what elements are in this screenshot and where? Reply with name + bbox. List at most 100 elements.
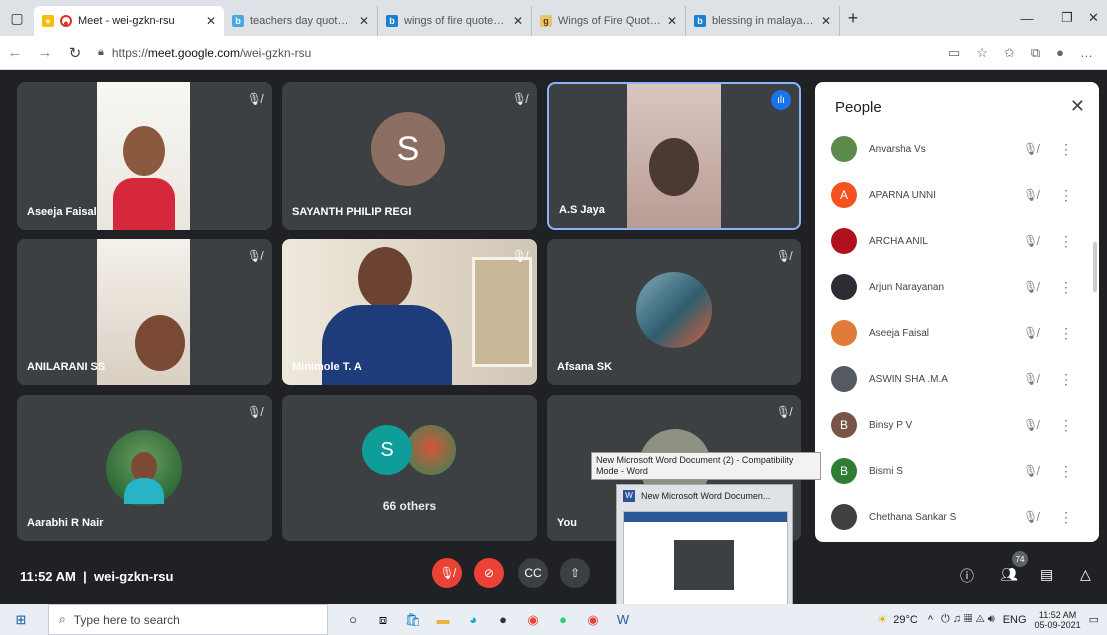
tab-title: Meet - wei-gzkn-rsu — [78, 15, 175, 27]
close-tab-icon[interactable]: ✕ — [359, 14, 369, 28]
taskbar-search[interactable]: ⌕ Type here to search — [48, 604, 328, 635]
people-row[interactable]: ASWIN SHA .M.A 🎙︎̸ ⋮ — [815, 356, 1099, 402]
people-row[interactable]: ARCHA ANIL 🎙︎̸ ⋮ — [815, 218, 1099, 264]
muted-mic-icon[interactable]: 🎙︎̸ — [1023, 142, 1043, 156]
face — [123, 126, 165, 176]
muted-mic-icon[interactable]: 🎙︎̸ — [1023, 510, 1043, 524]
window-icon[interactable]: ▢ — [0, 0, 34, 36]
people-row[interactable]: Arjun Narayanan 🎙︎̸ ⋮ — [815, 264, 1099, 310]
muted-mic-icon[interactable]: 🎙︎̸ — [1023, 326, 1043, 340]
forward-icon[interactable]: → — [30, 44, 60, 61]
muted-mic-icon[interactable]: 🎙︎̸ — [1023, 372, 1043, 386]
tile-minimole[interactable]: 🎙︎̸ Minimole T. A — [282, 239, 537, 385]
camera-toggle-button[interactable]: ⊘ — [474, 558, 504, 588]
tab-title: Wings of Fire Quotes by A.P.J — [558, 15, 661, 27]
whatsapp-icon[interactable]: ● — [548, 612, 578, 627]
reload-icon[interactable]: ↻ — [60, 44, 90, 62]
tab-meet[interactable]: ● ● Meet - wei-gzkn-rsu ✕ — [34, 6, 224, 36]
avatar — [106, 430, 182, 506]
more-options-icon[interactable]: ⋮ — [1059, 279, 1073, 296]
participant-name: ANILARANI SS — [27, 361, 106, 373]
cortana-icon[interactable]: ○ — [338, 612, 368, 627]
tile-others[interactable]: S 66 others — [282, 395, 537, 541]
muted-mic-icon: 🎙︎̸ — [246, 249, 262, 263]
app-icon[interactable]: ● — [488, 612, 518, 627]
minimize-button[interactable]: — — [1007, 0, 1047, 36]
windows-start-icon[interactable]: ⊞ — [6, 612, 36, 628]
people-icon[interactable]: 👥︎ — [1000, 566, 1018, 583]
present-button[interactable]: ⇧ — [560, 558, 590, 588]
people-row[interactable]: A APARNA UNNI 🎙︎̸ ⋮ — [815, 172, 1099, 218]
back-icon[interactable]: ← — [0, 44, 30, 61]
captions-button[interactable]: CC — [518, 558, 548, 588]
participant-video — [97, 82, 190, 230]
tile-anilarani[interactable]: 🎙︎̸ ANILARANI SS — [17, 239, 272, 385]
tile-sayanth[interactable]: S 🎙︎̸ SAYANTH PHILIP REGI — [282, 82, 537, 230]
notifications-icon[interactable]: ▭ — [1089, 613, 1099, 626]
close-tab-icon[interactable]: ✕ — [821, 14, 831, 28]
tile-aseeja[interactable]: 🎙︎̸ Aseeja Faisal — [17, 82, 272, 230]
recording-icon: ● — [60, 15, 72, 28]
more-options-icon[interactable]: ⋮ — [1059, 463, 1073, 480]
new-tab-button[interactable]: + — [840, 8, 866, 29]
profile-icon[interactable]: ● — [1056, 45, 1064, 61]
more-options-icon[interactable]: ⋮ — [1059, 141, 1073, 158]
tray-icons[interactable]: ⏻ ♫ ▦ ◬ 🔊︎ — [941, 613, 995, 626]
more-options-icon[interactable]: ⋮ — [1059, 325, 1073, 342]
participant-name: A.S Jaya — [559, 204, 605, 216]
more-options-icon[interactable]: ⋮ — [1059, 187, 1073, 204]
tile-aarabhi[interactable]: 🎙︎̸ Aarabhi R Nair — [17, 395, 272, 541]
muted-mic-icon[interactable]: 🎙︎̸ — [1023, 280, 1043, 294]
people-row[interactable]: B Bismi S 🎙︎̸ ⋮ — [815, 448, 1099, 494]
chat-icon[interactable]: ▤ — [1040, 566, 1053, 583]
file-explorer-icon[interactable]: ▬ — [428, 612, 458, 627]
info-icon[interactable]: ⓘ — [960, 566, 974, 586]
meeting-code: wei-gzkn-rsu — [93, 568, 174, 584]
language[interactable]: ENG — [1003, 614, 1027, 626]
muted-mic-icon[interactable]: 🎙︎̸ — [1023, 234, 1043, 248]
chrome-icon-2[interactable]: ◉ — [578, 612, 608, 628]
task-view-icon[interactable]: ⧈ — [368, 612, 398, 628]
muted-mic-icon[interactable]: 🎙︎̸ — [1023, 464, 1043, 478]
tab-bing-1[interactable]: b teachers day quotes - Bing ✕ — [224, 6, 378, 36]
close-tab-icon[interactable]: ✕ — [206, 14, 216, 28]
url-field[interactable]: 🔒︎ https://meet.google.com/wei-gzkn-rsu — [98, 46, 948, 60]
people-row[interactable]: Anvarsha Vs 🎙︎̸ ⋮ — [815, 126, 1099, 172]
muted-mic-icon: 🎙︎̸ — [511, 249, 527, 263]
people-row[interactable]: B Binsy P V 🎙︎̸ ⋮ — [815, 402, 1099, 448]
clock[interactable]: 11:52 AM 05-09-2021 — [1035, 610, 1081, 630]
search-icon: ⌕ — [59, 612, 66, 626]
tab-goodreads[interactable]: g Wings of Fire Quotes by A.P.J ✕ — [532, 6, 686, 36]
favorites-icon[interactable]: ✩ — [1004, 45, 1015, 61]
store-icon[interactable]: 🛍︎ — [398, 612, 428, 628]
edge-icon[interactable]: ◕ — [458, 612, 488, 627]
collections-icon[interactable]: ⧉ — [1031, 45, 1040, 61]
more-options-icon[interactable]: ⋮ — [1059, 233, 1073, 250]
tray-chevron-icon[interactable]: ^ — [928, 614, 933, 626]
more-options-icon[interactable]: ⋮ — [1059, 509, 1073, 526]
muted-mic-icon[interactable]: 🎙︎̸ — [1023, 188, 1043, 202]
word-taskbar-icon[interactable]: W — [608, 612, 638, 627]
people-row[interactable]: Chethana Sankar S 🎙︎̸ ⋮ — [815, 494, 1099, 540]
close-tab-icon[interactable]: ✕ — [513, 14, 523, 28]
more-icon[interactable]: … — [1080, 45, 1093, 61]
tab-bing-3[interactable]: b blessing in malayalam - Bing ✕ — [686, 6, 840, 36]
tab-title: teachers day quotes - Bing — [250, 15, 353, 27]
close-tab-icon[interactable]: ✕ — [667, 14, 677, 28]
taskbar-preview[interactable]: W New Microsoft Word Documen... — [616, 484, 793, 608]
address-bar: ← → ↻ 🔒︎ https://meet.google.com/wei-gzk… — [0, 36, 1107, 70]
tile-jaya[interactable]: ılı A.S Jaya — [547, 82, 801, 230]
camera-icon[interactable]: ▭ — [948, 45, 960, 61]
tab-bing-2[interactable]: b wings of fire quotes - Bing ✕ — [378, 6, 532, 36]
activities-icon[interactable]: △ — [1080, 566, 1091, 583]
close-icon[interactable]: ✕ — [1070, 96, 1085, 117]
mic-toggle-button[interactable]: 🎙︎̸ — [432, 558, 462, 588]
people-row[interactable]: Aseeja Faisal 🎙︎̸ ⋮ — [815, 310, 1099, 356]
close-window-button[interactable]: ✕ — [1080, 0, 1107, 36]
muted-mic-icon[interactable]: 🎙︎̸ — [1023, 418, 1043, 432]
chrome-icon[interactable]: ◉ — [518, 612, 548, 628]
more-options-icon[interactable]: ⋮ — [1059, 371, 1073, 388]
tile-afsana[interactable]: 🎙︎̸ Afsana SK — [547, 239, 801, 385]
favorite-star-icon[interactable]: ☆ — [976, 45, 988, 61]
more-options-icon[interactable]: ⋮ — [1059, 417, 1073, 434]
